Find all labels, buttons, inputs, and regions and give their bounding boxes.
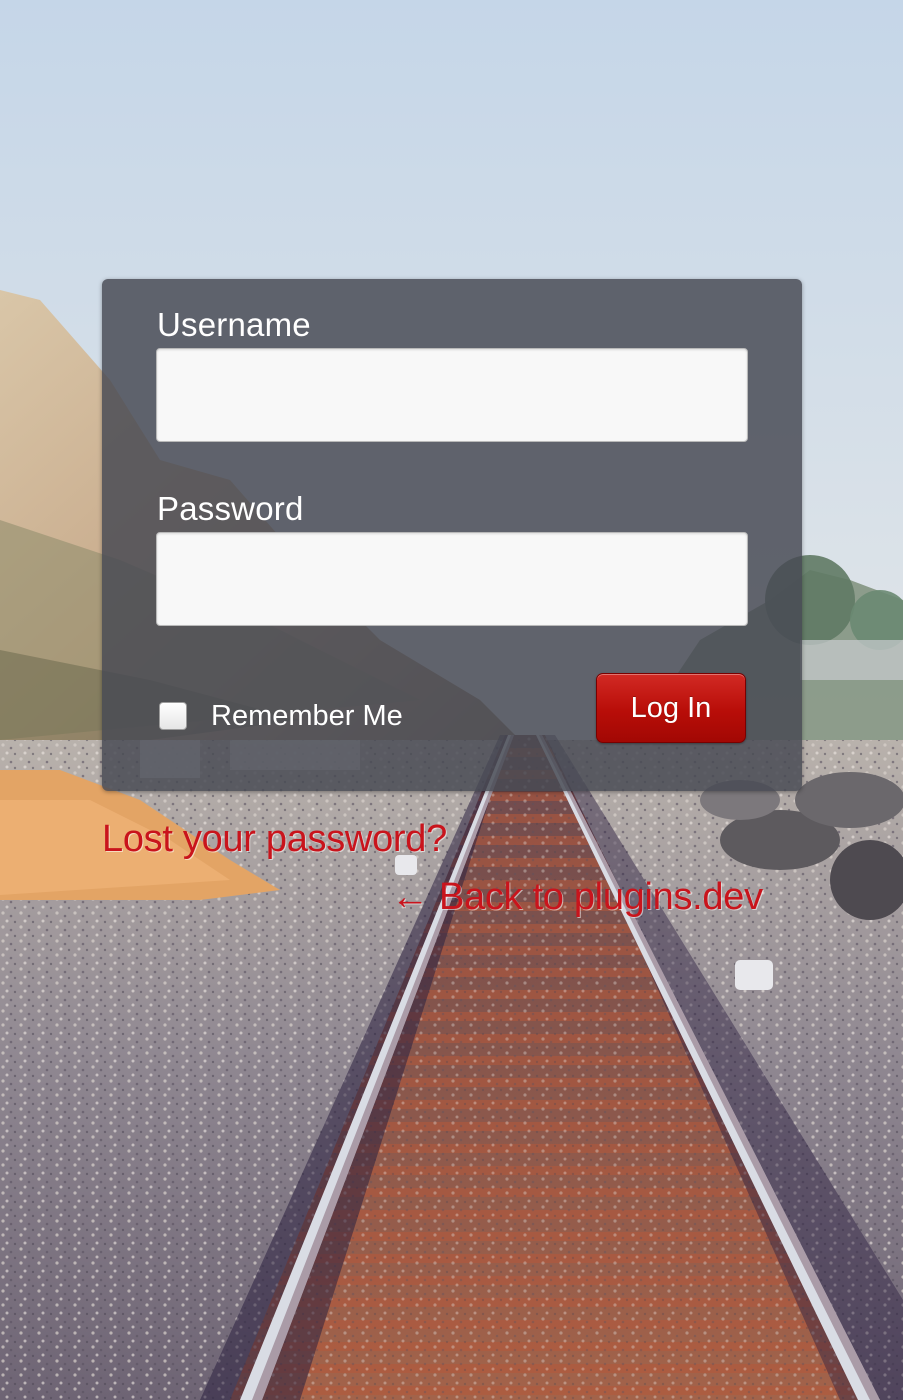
login-panel: Username Password Remember Me Log In (102, 279, 802, 791)
password-input[interactable] (156, 532, 748, 626)
lost-password-link[interactable]: Lost your password? (102, 818, 447, 861)
remember-me-row[interactable]: Remember Me (159, 698, 403, 734)
username-label: Username (157, 306, 311, 343)
log-in-button[interactable]: Log In (596, 673, 746, 743)
back-to-site-link[interactable]: ← Back to plugins.dev (391, 876, 763, 919)
remember-me-label[interactable]: Remember Me (211, 700, 403, 733)
username-input[interactable] (156, 348, 748, 442)
remember-me-checkbox[interactable] (159, 702, 187, 730)
password-label: Password (157, 490, 304, 527)
